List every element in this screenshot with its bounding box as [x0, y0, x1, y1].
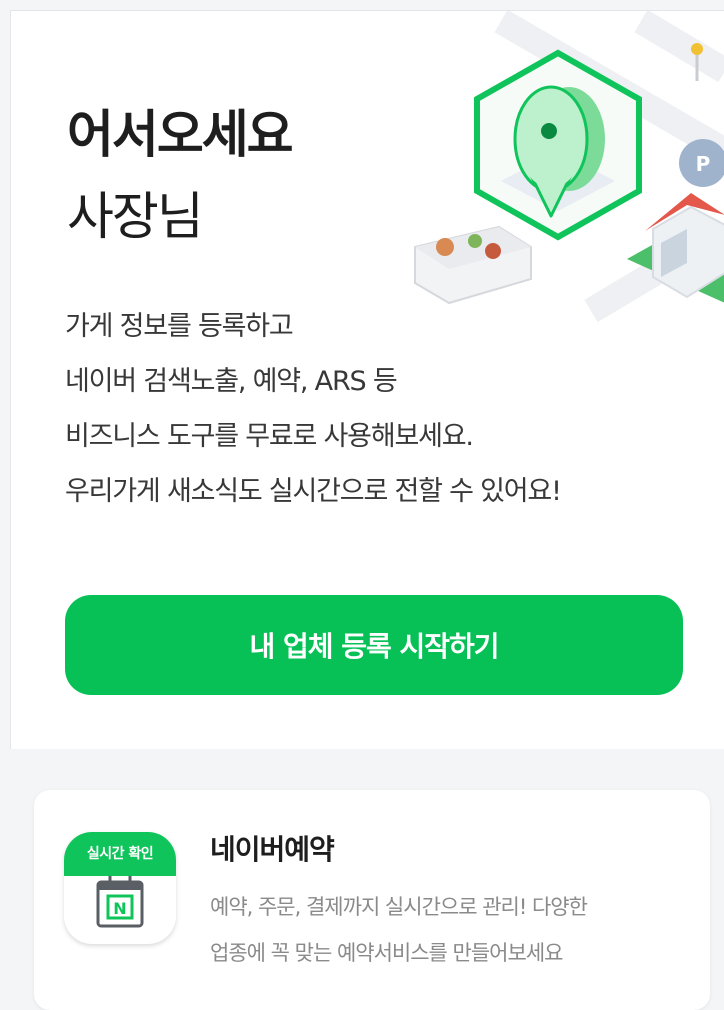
welcome-hero: P 어서오세요 사장님 가게 정보를 등록하고 네이버 검색노출, 예약, AR… — [10, 10, 724, 749]
register-business-button[interactable]: 내 업체 등록 시작하기 — [65, 595, 683, 695]
naver-n-letter: N — [113, 899, 126, 918]
svg-text:P: P — [696, 152, 711, 176]
service-description: 예약, 주문, 결제까지 실시간으로 관리! 다양한 업종에 꼭 맞는 예약서비… — [210, 884, 690, 976]
hero-description-line: 비즈니스 도구를 무료로 사용해보세요. — [65, 421, 474, 452]
hero-title: 어서오세요 — [67, 106, 294, 165]
hero-description: 가게 정보를 등록하고 네이버 검색노출, 예약, ARS 등 비즈니스 도구를… — [65, 299, 705, 519]
service-name: 네이버예약 — [210, 833, 335, 866]
hero-description-line: 네이버 검색노출, 예약, ARS 등 — [65, 366, 398, 397]
hero-subtitle: 사장님 — [67, 188, 204, 247]
hero-description-line: 우리가게 새소식도 실시간으로 전할 수 있어요! — [65, 476, 562, 507]
naver-booking-app-icon: 실시간 확인 N — [64, 832, 176, 944]
store-map-illustration: P — [414, 11, 724, 323]
service-description-line: 예약, 주문, 결제까지 실시간으로 관리! 다양한 — [210, 895, 588, 919]
hero-description-line: 가게 정보를 등록하고 — [65, 311, 294, 342]
service-description-line: 업종에 꼭 맞는 예약서비스를 만들어보세요 — [210, 941, 563, 965]
app-icon-badge: 실시간 확인 — [64, 832, 176, 876]
naver-booking-card[interactable]: 실시간 확인 N 네이버예약 예약, 주문, 결제까지 실시간으로 관리! 다양… — [34, 790, 710, 1010]
calendar-icon: N — [96, 876, 144, 928]
